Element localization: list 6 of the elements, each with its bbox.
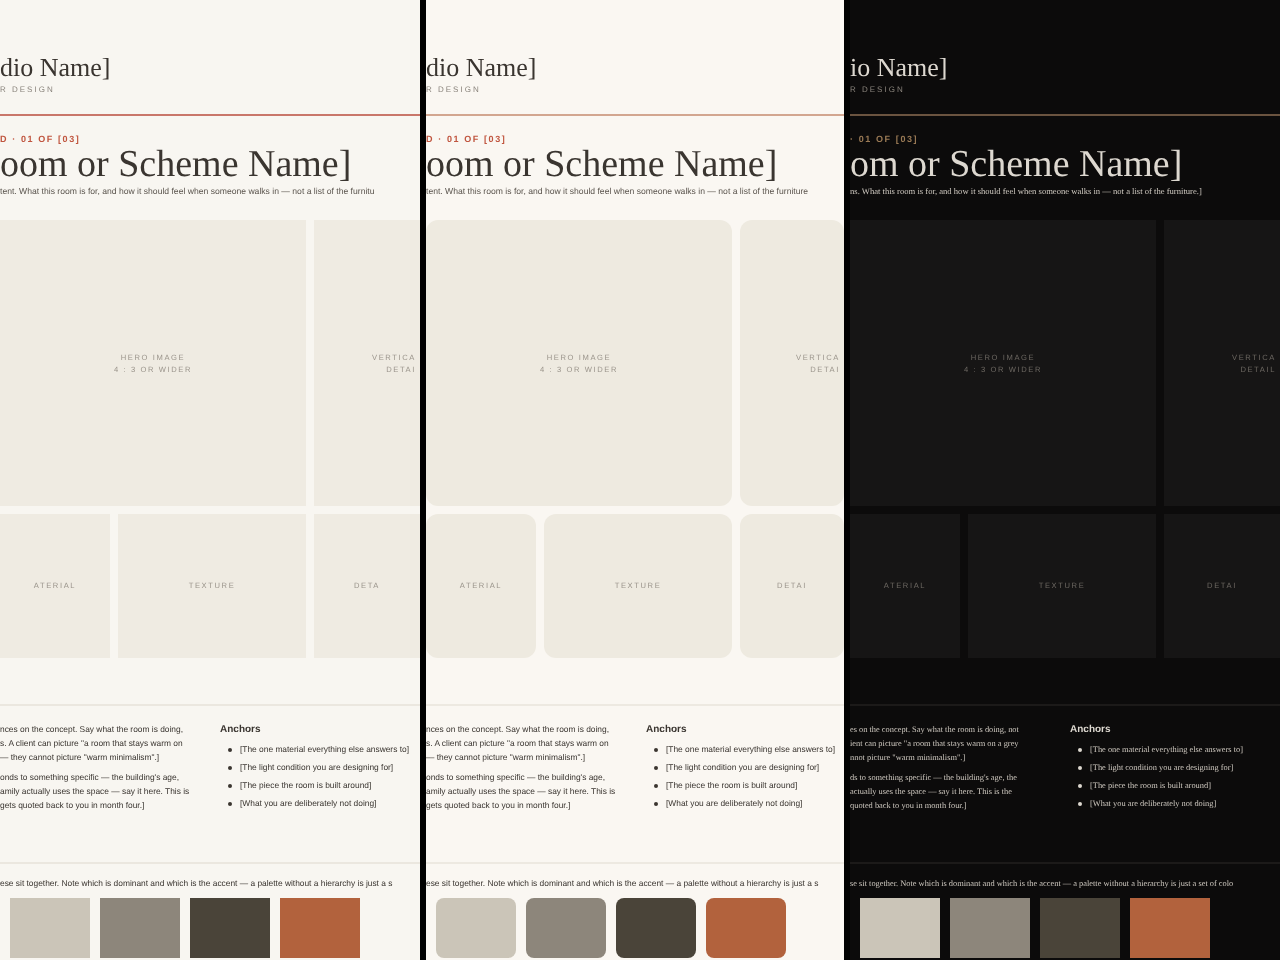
studio-name: io Name] xyxy=(850,54,950,82)
room-title: oom or Scheme Name] xyxy=(426,146,780,186)
studio-name: dio Name] xyxy=(0,54,113,82)
room-title: oom or Scheme Name] xyxy=(0,146,354,186)
room-title: om or Scheme Name] xyxy=(850,146,1185,186)
studio-name: dio Name] xyxy=(426,54,539,82)
